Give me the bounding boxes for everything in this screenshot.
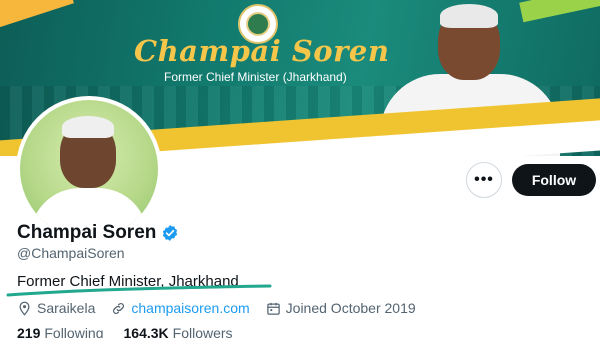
emblem-center xyxy=(246,12,270,36)
more-options-button[interactable]: ••• xyxy=(466,162,502,198)
follow-button[interactable]: Follow xyxy=(512,164,596,196)
avatar-image xyxy=(20,100,158,238)
followers-label: Followers xyxy=(172,325,233,338)
followers-stat[interactable]: 164.3K Followers xyxy=(124,325,233,338)
following-label: Following xyxy=(44,325,104,338)
avatar-hair xyxy=(62,116,114,138)
profile-meta-row: Saraikela champaisoren.com Joined Octobe… xyxy=(17,300,416,316)
profile-location: Saraikela xyxy=(17,300,95,316)
joined-text: Joined October 2019 xyxy=(285,300,416,316)
profile-handle: @ChampaiSoren xyxy=(17,245,125,261)
verified-badge-icon[interactable] xyxy=(161,224,179,242)
banner-subtitle: Former Chief Minister (Jharkhand) xyxy=(164,70,347,84)
profile-stats-row: 219 Following 164.3K Followers xyxy=(17,325,233,338)
following-count: 219 xyxy=(17,325,41,338)
annotation-underline xyxy=(6,284,272,297)
profile-name-row: Champai Soren xyxy=(17,222,179,244)
profile-avatar[interactable] xyxy=(16,96,162,242)
banner-title: Champai Soren xyxy=(134,34,390,68)
profile-website[interactable]: champaisoren.com xyxy=(111,300,250,316)
location-text: Saraikela xyxy=(37,300,96,316)
followers-count: 164.3K xyxy=(123,325,169,338)
profile-joined-date: Joined October 2019 xyxy=(266,300,416,316)
following-stat[interactable]: 219 Following xyxy=(17,325,104,338)
portrait-hair xyxy=(440,4,498,28)
calendar-icon xyxy=(266,302,280,315)
more-horizontal-icon: ••• xyxy=(474,171,494,188)
display-name: Champai Soren xyxy=(17,222,157,243)
link-icon xyxy=(113,302,125,314)
website-link[interactable]: champaisoren.com xyxy=(131,300,249,316)
banner-accent-stripe xyxy=(0,0,74,31)
location-pin-icon xyxy=(19,301,30,316)
